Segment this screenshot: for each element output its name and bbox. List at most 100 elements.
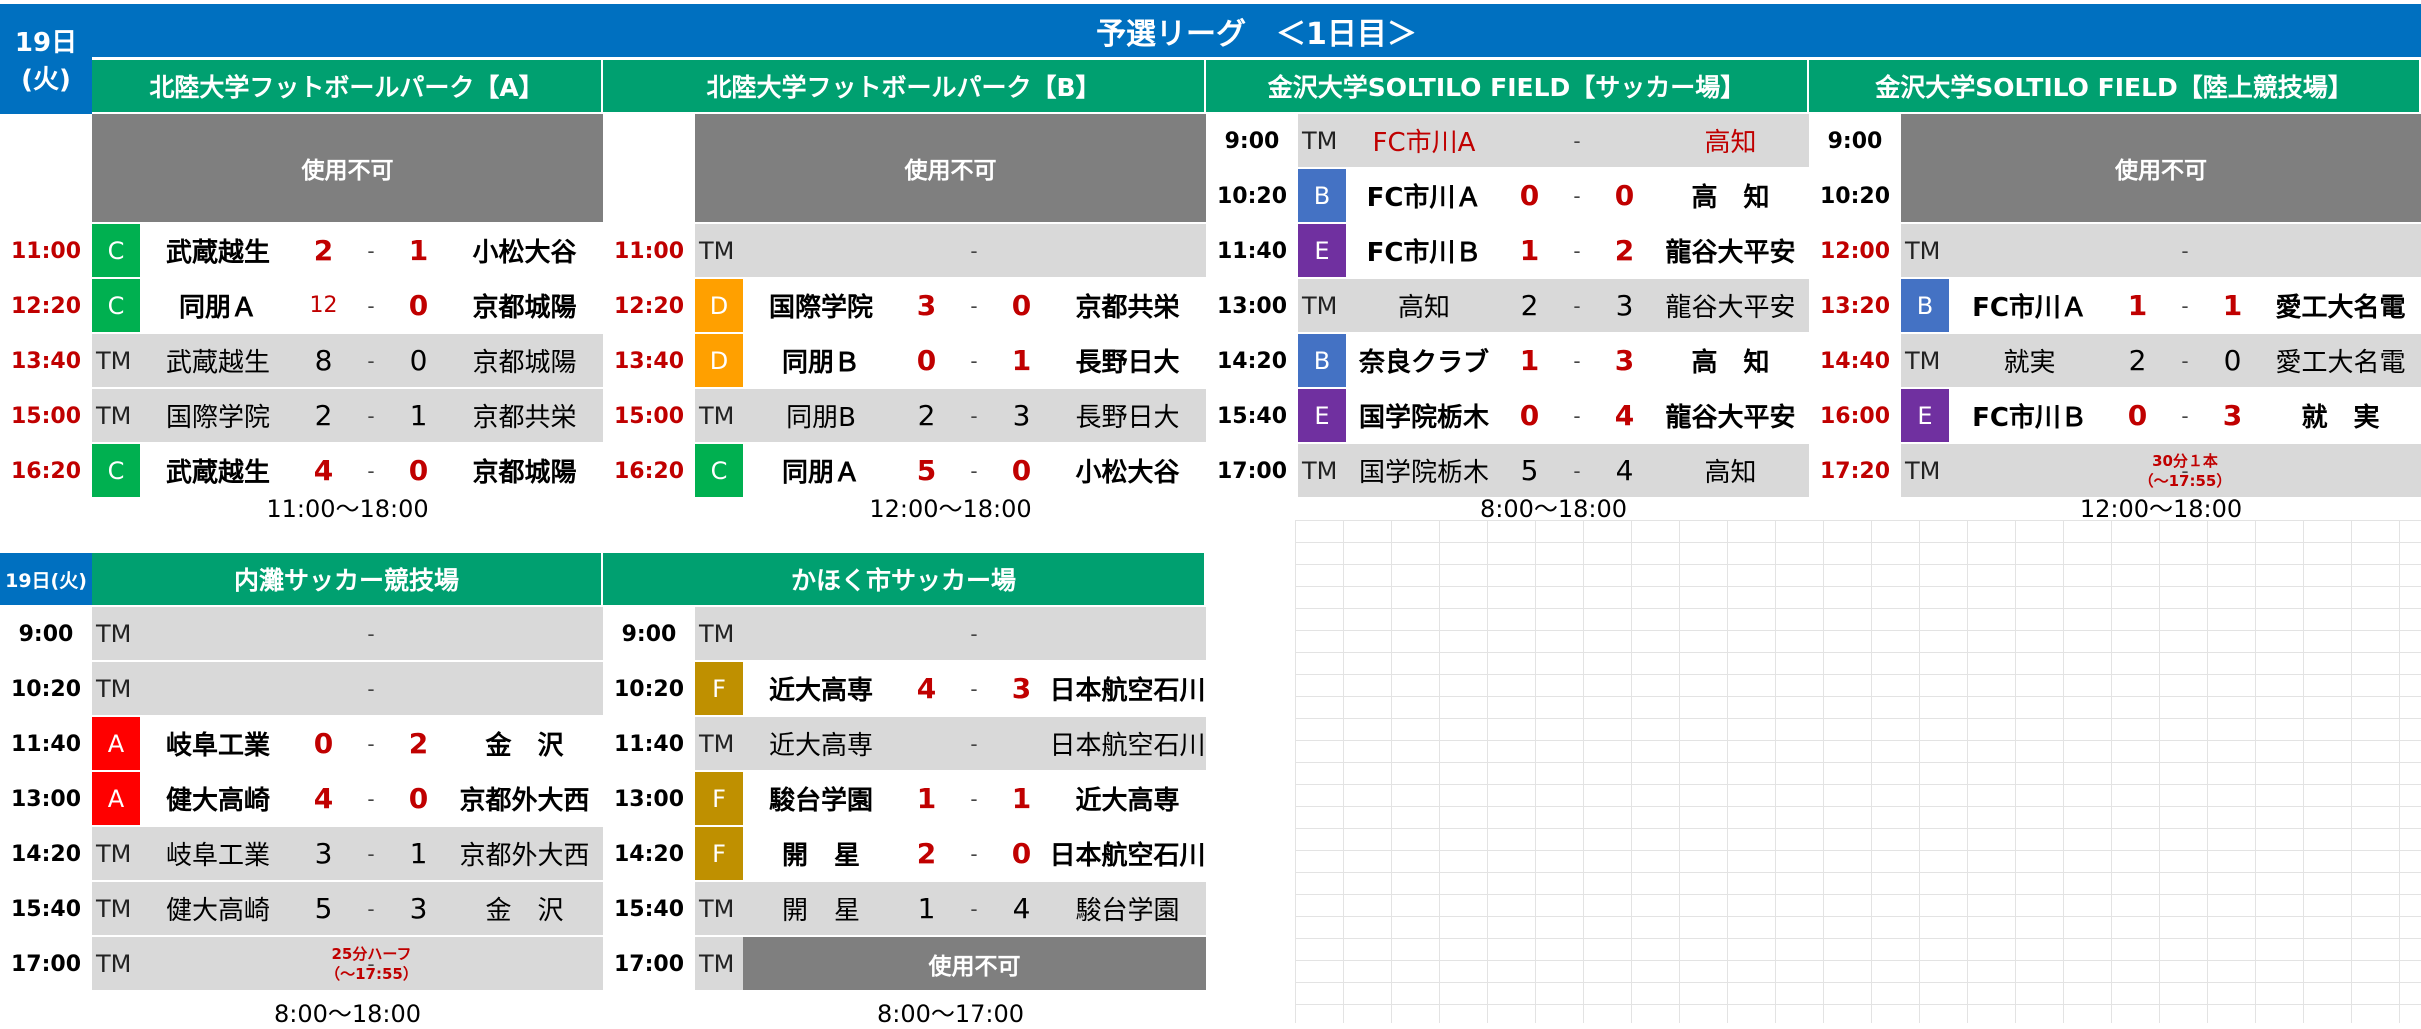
home-score xyxy=(899,717,954,770)
match-note-line: 30分１本 xyxy=(2152,452,2218,470)
group-badge: C xyxy=(92,444,140,497)
away-team: 愛工大名電 xyxy=(2275,348,2406,378)
time-label: 10:20 xyxy=(0,662,92,717)
day-badge: 19日 (火) xyxy=(0,4,92,114)
venue-header: 内灘サッカー競技場 xyxy=(92,553,603,605)
group-badge: F xyxy=(695,827,743,880)
time-label: 17:00 xyxy=(1206,444,1298,499)
home-team: 国際学院 xyxy=(165,403,270,433)
time-label: 9:00 xyxy=(1206,114,1298,169)
home-score: 0 xyxy=(1519,179,1540,212)
away-team: 日本航空石川 xyxy=(1049,841,1206,871)
score-separator: - xyxy=(367,896,375,921)
away-team: 長野日大 xyxy=(1075,348,1180,378)
time-label: 9:00 xyxy=(0,607,92,662)
match-row: 12:20 C 同朋Ａ 12 - 0 京都城陽 xyxy=(0,279,603,334)
score-separator: - xyxy=(1573,403,1581,428)
tm-label: TM xyxy=(96,894,132,923)
time-label: 14:20 xyxy=(1206,334,1298,389)
away-team: 龍谷大平安 xyxy=(1665,403,1796,433)
match-note-line: 25分ハーフ xyxy=(331,945,412,963)
home-team: 国学院栃木 xyxy=(1358,458,1489,488)
score-separator: - xyxy=(970,786,978,811)
match-row: 14:40 TM 就実 2 - 0 愛工大名電 xyxy=(1809,334,2421,389)
score-separator: - xyxy=(1573,348,1581,373)
away-team xyxy=(446,607,603,660)
away-team: 京都共栄 xyxy=(1075,293,1180,323)
venue-hours: 8:00～18:00 xyxy=(273,999,422,1028)
group-badge: A xyxy=(92,717,140,770)
match-row: 10:20 F 近大高専 4 - 3 日本航空石川 xyxy=(603,662,1206,717)
match-note: 30分１本 （～17:55） xyxy=(1949,448,2421,494)
score-separator: - xyxy=(367,676,375,701)
away-score: 0 xyxy=(408,289,429,322)
time-label: 11:40 xyxy=(1206,224,1298,279)
time-label: 13:40 xyxy=(603,334,695,389)
score-separator: - xyxy=(970,676,978,701)
away-score: 1 xyxy=(2222,289,2243,322)
home-score xyxy=(2110,224,2165,277)
score-separator: - xyxy=(2181,293,2189,318)
away-score: 1 xyxy=(409,399,428,432)
away-score: 3 xyxy=(1615,289,1634,322)
time-label: 10:20 xyxy=(1819,184,1891,209)
away-team xyxy=(2260,224,2421,277)
tm-label: TM xyxy=(1302,291,1338,320)
tm-label: TM xyxy=(96,949,132,978)
match-row: 12:00 TM - xyxy=(1809,224,2421,279)
time-label: 14:20 xyxy=(603,827,695,882)
match-note-line: （～17:55） xyxy=(325,965,418,983)
home-team: 同朋Ａ xyxy=(178,293,257,323)
home-team: 近大高専 xyxy=(768,676,873,706)
venue-header: 金沢大学SOLTILO FIELD【サッカー場】 xyxy=(1206,60,1809,112)
match-row: 11:00 TM - xyxy=(603,224,1206,279)
unavailable-block: 使用不可 xyxy=(92,114,603,222)
unavailable-block: 使用不可 xyxy=(743,937,1206,990)
home-team: FC市川Ｂ xyxy=(1972,403,2087,433)
home-score xyxy=(296,607,351,660)
home-team: 武蔵越生 xyxy=(165,238,270,268)
home-score: 2 xyxy=(1520,289,1539,322)
home-team: 駿台学園 xyxy=(768,786,873,816)
time-label: 15:00 xyxy=(0,389,92,444)
away-score: 0 xyxy=(408,782,429,815)
score-separator: - xyxy=(367,403,375,428)
away-score: 4 xyxy=(1012,892,1031,925)
score-separator: - xyxy=(367,238,375,263)
away-score: 3 xyxy=(1614,344,1635,377)
away-team: 就 実 xyxy=(2301,403,2380,433)
away-team: 金 沢 xyxy=(485,896,564,926)
home-team xyxy=(140,607,296,660)
home-score: 1 xyxy=(1519,234,1540,267)
score-separator: - xyxy=(367,731,375,756)
tm-label: TM xyxy=(1905,346,1941,375)
match-row: 10:20 B FC市川Ａ 0 - 0 高 知 xyxy=(1206,169,1809,224)
score-separator: - xyxy=(1573,238,1581,263)
unavailable-block: 使用不可 xyxy=(695,114,1206,222)
away-team: 京都城陽 xyxy=(472,458,577,488)
match-row: 15:00 TM 同朋B 2 - 3 長野日大 xyxy=(603,389,1206,444)
group-badge: C xyxy=(695,444,743,497)
away-team: 近大高専 xyxy=(1075,786,1180,816)
home-score: 8 xyxy=(314,344,333,377)
score-separator: - xyxy=(367,621,375,646)
score-separator: - xyxy=(2181,403,2189,428)
home-team: 岐阜工業 xyxy=(165,731,270,761)
away-score: 0 xyxy=(1614,179,1635,212)
match-note: 25分ハーフ （～17:55） xyxy=(140,941,603,987)
away-score: 4 xyxy=(1614,399,1635,432)
home-team: FC市川Ｂ xyxy=(1366,238,1482,268)
unavailable-block: 使用不可 xyxy=(1901,114,2421,222)
match-row: 15:40 TM 健大高崎 5 - 3 金 沢 xyxy=(0,882,603,937)
home-team: 同朋B xyxy=(786,403,856,433)
away-score: 0 xyxy=(1011,289,1032,322)
away-team: 高知 xyxy=(1704,128,1757,158)
away-team: 日本航空石川 xyxy=(1049,731,1206,761)
venue-header: 北陸大学フットボールパーク【B】 xyxy=(603,60,1206,112)
home-team: 奈良クラブ xyxy=(1358,348,1489,378)
away-score: 3 xyxy=(1012,399,1031,432)
home-score xyxy=(899,224,954,277)
score-separator: - xyxy=(970,841,978,866)
away-score: 0 xyxy=(2223,344,2242,377)
away-score: 0 xyxy=(1011,837,1032,870)
